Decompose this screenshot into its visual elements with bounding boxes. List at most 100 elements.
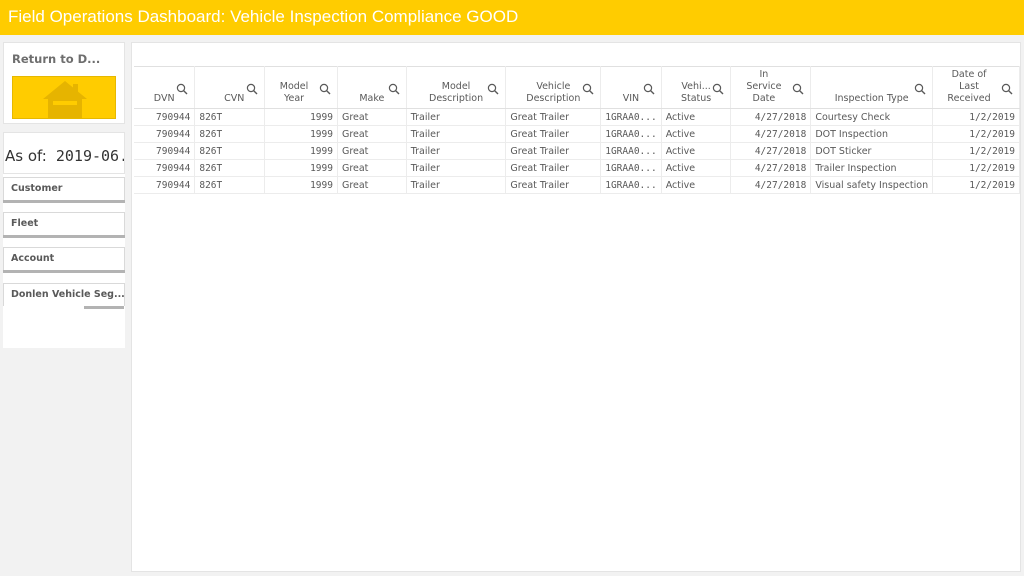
cell-vin[interactable]: 1GRAA0... (600, 142, 662, 160)
cell-model-description[interactable]: Trailer (406, 159, 507, 177)
cell-model-description[interactable]: Trailer (406, 108, 507, 126)
column-header-dvn[interactable]: DVN (134, 66, 196, 109)
cell-date-last-received[interactable]: 1/2/2019 (932, 142, 1020, 160)
search-icon[interactable] (643, 83, 655, 95)
cell-dvn[interactable]: 790944 (134, 108, 196, 126)
cell-in-service-date[interactable]: 4/27/2018 (730, 176, 812, 194)
inspection-table: DVN CVN Model Year Make Model Descriptio… (134, 66, 1020, 194)
cell-inspection-type[interactable]: Courtesy Check (810, 108, 934, 126)
column-header-vehicle-status[interactable]: Vehi... Status (661, 66, 732, 109)
search-icon[interactable] (1001, 83, 1013, 95)
table-header-row: DVN CVN Model Year Make Model Descriptio… (134, 66, 1020, 109)
cell-cvn[interactable]: 826T (194, 108, 266, 126)
cell-model-year[interactable]: 1999 (264, 142, 338, 160)
cell-vehicle-description[interactable]: Great Trailer (505, 108, 602, 126)
column-header-make[interactable]: Make (337, 66, 407, 109)
as-of-card: As of: 2019-06... (3, 132, 125, 174)
cell-vehicle-status[interactable]: Active (661, 108, 732, 126)
column-header-inspection-type[interactable]: Inspection Type (810, 66, 934, 109)
cell-vehicle-status[interactable]: Active (661, 159, 732, 177)
cell-cvn[interactable]: 826T (194, 125, 266, 143)
search-icon[interactable] (792, 83, 804, 95)
cell-cvn[interactable]: 826T (194, 159, 266, 177)
cell-date-last-received[interactable]: 1/2/2019 (932, 125, 1020, 143)
cell-vehicle-description[interactable]: Great Trailer (505, 159, 602, 177)
cell-in-service-date[interactable]: 4/27/2018 (730, 125, 812, 143)
cell-inspection-type[interactable]: DOT Inspection (810, 125, 934, 143)
return-label: Return to D... (12, 52, 101, 66)
cell-inspection-type[interactable]: DOT Sticker (810, 142, 934, 160)
cell-make[interactable]: Great (337, 142, 407, 160)
cell-vehicle-description[interactable]: Great Trailer (505, 125, 602, 143)
search-icon[interactable] (712, 83, 724, 95)
search-icon[interactable] (319, 83, 331, 95)
cell-model-description[interactable]: Trailer (406, 125, 507, 143)
column-header-model-description[interactable]: Model Description (406, 66, 507, 109)
cell-vin[interactable]: 1GRAA0... (600, 159, 662, 177)
cell-date-last-received[interactable]: 1/2/2019 (932, 176, 1020, 194)
cell-dvn[interactable]: 790944 (134, 176, 196, 194)
cell-model-description[interactable]: Trailer (406, 142, 507, 160)
search-icon[interactable] (176, 83, 188, 95)
cell-vehicle-description[interactable]: Great Trailer (505, 176, 602, 194)
cell-cvn[interactable]: 826T (194, 142, 266, 160)
as-of-text: As of: 2019-06... (5, 147, 124, 165)
cell-in-service-date[interactable]: 4/27/2018 (730, 159, 812, 177)
filter-account[interactable]: Account (3, 247, 125, 273)
cell-vehicle-status[interactable]: Active (661, 125, 732, 143)
cell-model-year[interactable]: 1999 (264, 176, 338, 194)
filter-customer-label: Customer (11, 183, 63, 194)
cell-dvn[interactable]: 790944 (134, 125, 196, 143)
cell-inspection-type[interactable]: Visual safety Inspection (810, 176, 934, 194)
cell-date-last-received[interactable]: 1/2/2019 (932, 108, 1020, 126)
cell-cvn[interactable]: 826T (194, 176, 266, 194)
table-row[interactable]: 790944 826T 1999 Great Trailer Great Tra… (134, 125, 1020, 143)
filter-account-bar (3, 270, 125, 273)
search-icon[interactable] (487, 83, 499, 95)
cell-vin[interactable]: 1GRAA0... (600, 176, 662, 194)
filter-customer[interactable]: Customer (3, 177, 125, 203)
search-icon[interactable] (246, 83, 258, 95)
table-row[interactable]: 790944 826T 1999 Great Trailer Great Tra… (134, 108, 1020, 126)
table-row[interactable]: 790944 826T 1999 Great Trailer Great Tra… (134, 176, 1020, 194)
filter-vehicle-segment-label: Donlen Vehicle Seg... (11, 289, 125, 300)
cell-inspection-type[interactable]: Trailer Inspection (810, 159, 934, 177)
cell-make[interactable]: Great (337, 125, 407, 143)
cell-make[interactable]: Great (337, 176, 407, 194)
as-of-value: 2019-06... (55, 147, 124, 165)
table-row[interactable]: 790944 826T 1999 Great Trailer Great Tra… (134, 142, 1020, 160)
cell-model-year[interactable]: 1999 (264, 159, 338, 177)
cell-in-service-date[interactable]: 4/27/2018 (730, 108, 812, 126)
cell-vin[interactable]: 1GRAA0... (600, 108, 662, 126)
filters-panel: Customer Fleet Account Donlen Vehicle Se… (3, 174, 125, 348)
filter-fleet-label: Fleet (11, 218, 39, 229)
column-header-vin[interactable]: VIN (600, 66, 662, 109)
cell-make[interactable]: Great (337, 159, 407, 177)
cell-date-last-received[interactable]: 1/2/2019 (932, 159, 1020, 177)
filter-fleet[interactable]: Fleet (3, 212, 125, 238)
search-icon[interactable] (914, 83, 926, 95)
filter-account-label: Account (11, 253, 55, 264)
column-header-in-service-date[interactable]: In Service Date (730, 66, 812, 109)
cell-in-service-date[interactable]: 4/27/2018 (730, 142, 812, 160)
cell-make[interactable]: Great (337, 108, 407, 126)
cell-model-description[interactable]: Trailer (406, 176, 507, 194)
column-header-vehicle-description[interactable]: Vehicle Description (505, 66, 602, 109)
cell-vin[interactable]: 1GRAA0... (600, 125, 662, 143)
table-row[interactable]: 790944 826T 1999 Great Trailer Great Tra… (134, 159, 1020, 177)
cell-vehicle-status[interactable]: Active (661, 176, 732, 194)
column-header-model-year[interactable]: Model Year (264, 66, 338, 109)
column-header-date-last-received[interactable]: Date of Last Received (932, 66, 1020, 109)
search-icon[interactable] (582, 83, 594, 95)
filter-customer-bar (3, 200, 125, 203)
cell-vehicle-description[interactable]: Great Trailer (505, 142, 602, 160)
cell-dvn[interactable]: 790944 (134, 159, 196, 177)
cell-dvn[interactable]: 790944 (134, 142, 196, 160)
cell-vehicle-status[interactable]: Active (661, 142, 732, 160)
cell-model-year[interactable]: 1999 (264, 125, 338, 143)
column-header-cvn[interactable]: CVN (194, 66, 266, 109)
return-home-button[interactable] (12, 76, 116, 119)
cell-model-year[interactable]: 1999 (264, 108, 338, 126)
filter-vehicle-segment[interactable]: Donlen Vehicle Seg... (3, 283, 125, 309)
search-icon[interactable] (388, 83, 400, 95)
